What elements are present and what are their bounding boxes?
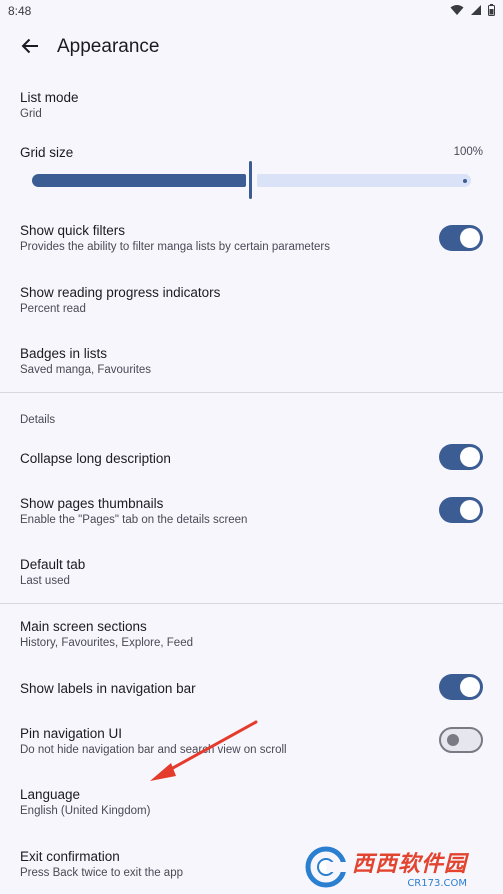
exit-confirmation-title: Exit confirmation: [20, 849, 120, 864]
toggle-knob: [447, 734, 459, 746]
pin-nav-summary: Do not hide navigation bar and search vi…: [20, 744, 287, 756]
pages-thumbnails-toggle[interactable]: [439, 497, 483, 523]
nav-labels-toggle[interactable]: [439, 674, 483, 700]
collapse-description-title: Collapse long description: [20, 451, 171, 466]
default-tab-preference[interactable]: Default tab Last used: [0, 548, 503, 598]
nav-labels-title: Show labels in navigation bar: [20, 681, 196, 696]
toggle-knob: [460, 447, 480, 467]
pin-nav-toggle[interactable]: [439, 727, 483, 753]
page-title: Appearance: [57, 36, 160, 57]
language-title: Language: [20, 787, 81, 802]
default-tab-value: Last used: [20, 575, 70, 587]
arrow-back-icon: [21, 38, 39, 59]
badges-value: Saved manga, Favourites: [20, 364, 152, 376]
grid-size-value: 100%: [453, 146, 483, 158]
slider-handle[interactable]: [249, 161, 252, 199]
status-icons: [450, 3, 495, 21]
nav-labels-preference[interactable]: Show labels in navigation bar: [0, 670, 503, 706]
pages-thumbnails-title: Show pages thumbnails: [20, 496, 164, 511]
reading-progress-title: Show reading progress indicators: [20, 285, 221, 300]
pages-thumbnails-preference[interactable]: Show pages thumbnails Enable the "Pages"…: [0, 487, 503, 537]
language-value: English (United Kingdom): [20, 805, 151, 817]
toggle-knob: [460, 677, 480, 697]
list-mode-preference[interactable]: List mode Grid: [0, 80, 503, 132]
status-time: 8:48: [8, 4, 32, 18]
slider-active-track[interactable]: [32, 174, 246, 187]
badges-preference[interactable]: Badges in lists Saved manga, Favourites: [0, 337, 503, 387]
watermark-text: 西西软件园: [352, 851, 468, 877]
badges-title: Badges in lists: [20, 346, 108, 361]
collapse-description-toggle[interactable]: [439, 444, 483, 470]
reading-progress-preference[interactable]: Show reading progress indicators Percent…: [0, 276, 503, 326]
quick-filters-preference[interactable]: Show quick filters Provides the ability …: [0, 214, 503, 264]
exit-confirmation-summary: Press Back twice to exit the app: [20, 867, 183, 879]
quick-filters-summary: Provides the ability to filter manga lis…: [20, 241, 330, 253]
main-screen-sections-preference[interactable]: Main screen sections History, Favourites…: [0, 610, 503, 660]
quick-filters-toggle[interactable]: [439, 225, 483, 251]
divider: [0, 392, 503, 393]
pin-nav-title: Pin navigation UI: [20, 726, 123, 741]
collapse-description-preference[interactable]: Collapse long description: [0, 440, 503, 476]
reading-progress-value: Percent read: [20, 303, 86, 315]
watermark-icon: [305, 846, 348, 888]
details-section-header: Details: [20, 414, 56, 426]
wifi-icon: [450, 3, 464, 21]
list-mode-title: List mode: [20, 90, 79, 105]
main-screen-sections-title: Main screen sections: [20, 619, 147, 634]
back-button[interactable]: [14, 32, 46, 64]
quick-filters-title: Show quick filters: [20, 223, 126, 238]
divider: [0, 603, 503, 604]
grid-size-title: Grid size: [20, 145, 74, 160]
slider-inactive-track[interactable]: [257, 174, 471, 187]
toggle-knob: [460, 228, 480, 248]
pin-nav-preference[interactable]: Pin navigation UI Do not hide navigation…: [0, 717, 503, 767]
toggle-knob: [460, 500, 480, 520]
status-bar: 8:48: [0, 0, 503, 22]
default-tab-title: Default tab: [20, 557, 86, 572]
battery-icon: [488, 3, 495, 21]
list-mode-value: Grid: [20, 108, 42, 120]
watermark-logo: 西西软件园 CR173.COM: [304, 842, 500, 892]
language-preference[interactable]: Language English (United Kingdom): [0, 778, 503, 828]
signal-icon: [470, 3, 482, 21]
main-screen-sections-value: History, Favourites, Explore, Feed: [20, 637, 193, 649]
pages-thumbnails-summary: Enable the "Pages" tab on the details sc…: [20, 514, 248, 526]
slider-tick-dot: [463, 179, 467, 183]
app-bar: Appearance: [0, 22, 503, 74]
watermark-subtext: CR173.COM: [407, 877, 468, 889]
